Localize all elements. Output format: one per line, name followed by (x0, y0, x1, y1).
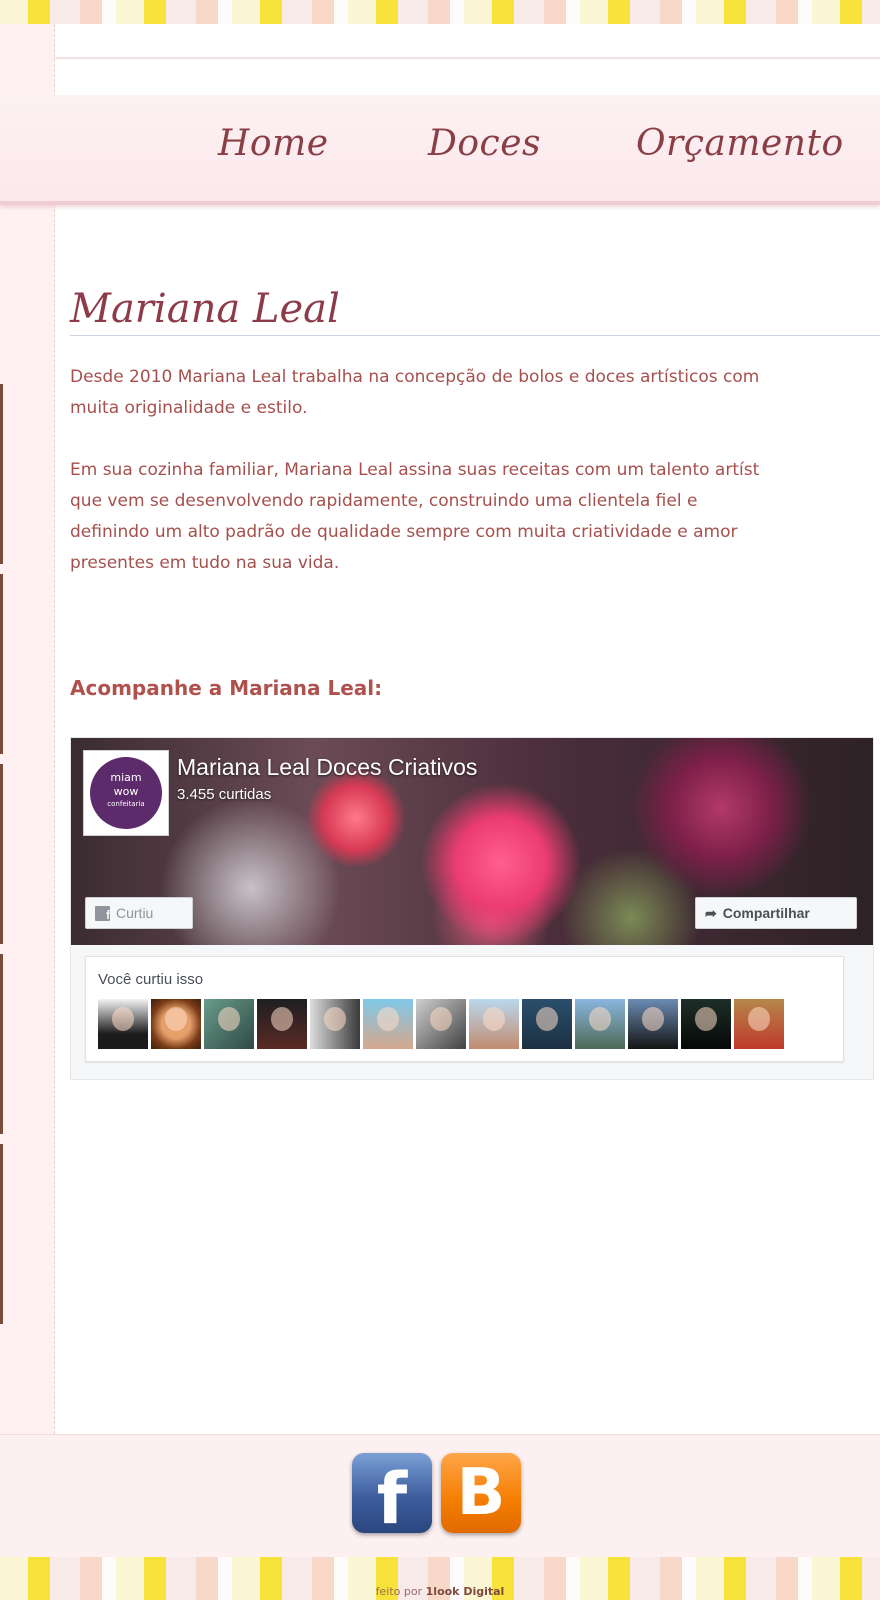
footer-credit: feito por 1look Digital (0, 1585, 880, 1598)
share-arrow-icon: ➦ (705, 904, 717, 921)
brand-logo: miam wow confeitaria (90, 757, 162, 829)
facebook-page-name-link[interactable]: Mariana Leal Doces Criativos (177, 754, 477, 781)
facebook-cover-photo[interactable]: miam wow confeitaria Mariana Leal Doces … (71, 738, 873, 945)
you-liked-text: Você curtiu isso (98, 971, 204, 988)
facebook-social-context: Você curtiu isso (85, 956, 844, 1062)
facebook-like-button[interactable]: f Curtiu (85, 897, 193, 929)
left-photo-edge (0, 384, 3, 564)
facebook-icon[interactable]: f (352, 1453, 432, 1540)
about-line: Em sua cozinha familiar, Mariana Leal as… (70, 460, 760, 480)
friend-avatar[interactable] (469, 999, 519, 1049)
friend-avatar[interactable] (257, 999, 307, 1049)
nav-home-link[interactable]: Home (218, 123, 329, 164)
facebook-f-icon: f (95, 905, 110, 921)
logo-line: miam (110, 771, 142, 784)
footer-band (0, 1434, 880, 1558)
friend-avatar[interactable] (363, 999, 413, 1049)
about-line: definindo um alto padrão de qualidade se… (70, 522, 738, 542)
intro-line: Desde 2010 Mariana Leal trabalha na conc… (70, 367, 760, 387)
friend-avatar[interactable] (151, 999, 201, 1049)
main-navigation: Home Doces Orçamento (0, 95, 880, 205)
friend-avatars-list (98, 999, 784, 1049)
logo-line: wow (113, 785, 139, 798)
friend-avatar[interactable] (98, 999, 148, 1049)
intro-line: muita originalidade e estilo. (70, 398, 308, 418)
credit-prefix: feito por (375, 1585, 423, 1598)
share-button-label: Compartilhar (722, 905, 810, 921)
friend-avatar[interactable] (681, 999, 731, 1049)
nav-orcamento-link[interactable]: Orçamento (636, 123, 844, 164)
logo-line: confeitaria (107, 800, 145, 808)
facebook-like-count: 3.455 curtidas (177, 786, 272, 803)
friend-avatar[interactable] (734, 999, 784, 1049)
left-photo-edge (0, 1144, 3, 1324)
main-content-area (55, 24, 880, 1434)
blogger-icon[interactable]: B (441, 1453, 521, 1533)
left-photo-edge (0, 954, 3, 1134)
friend-avatar[interactable] (204, 999, 254, 1049)
left-photo-edge (0, 574, 3, 754)
page-profile-picture[interactable]: miam wow confeitaria (83, 750, 169, 836)
friend-avatar[interactable] (628, 999, 678, 1049)
left-photo-edge (0, 764, 3, 944)
friend-avatar[interactable] (575, 999, 625, 1049)
top-decorative-stripes (0, 0, 880, 24)
header-band (55, 24, 880, 59)
nav-doces-link[interactable]: Doces (428, 123, 541, 164)
follow-heading: Acompanhe a Mariana Leal: (70, 676, 383, 700)
like-button-label: Curtiu (116, 905, 154, 921)
page-title: Mariana Leal (70, 286, 880, 336)
about-paragraph: Em sua cozinha familiar, Mariana Leal as… (70, 455, 880, 579)
left-sidebar-strip (0, 24, 55, 1434)
friend-avatar[interactable] (522, 999, 572, 1049)
credit-brand-link[interactable]: 1look Digital (426, 1585, 505, 1598)
friend-avatar[interactable] (310, 999, 360, 1049)
friend-avatar[interactable] (416, 999, 466, 1049)
intro-paragraph: Desde 2010 Mariana Leal trabalha na conc… (70, 362, 880, 424)
about-line: que vem se desenvolvendo rapidamente, co… (70, 491, 698, 511)
facebook-page-widget: miam wow confeitaria Mariana Leal Doces … (70, 737, 874, 1080)
about-line: presentes em tudo na sua vida. (70, 553, 340, 573)
facebook-share-button[interactable]: ➦ Compartilhar (695, 897, 857, 929)
